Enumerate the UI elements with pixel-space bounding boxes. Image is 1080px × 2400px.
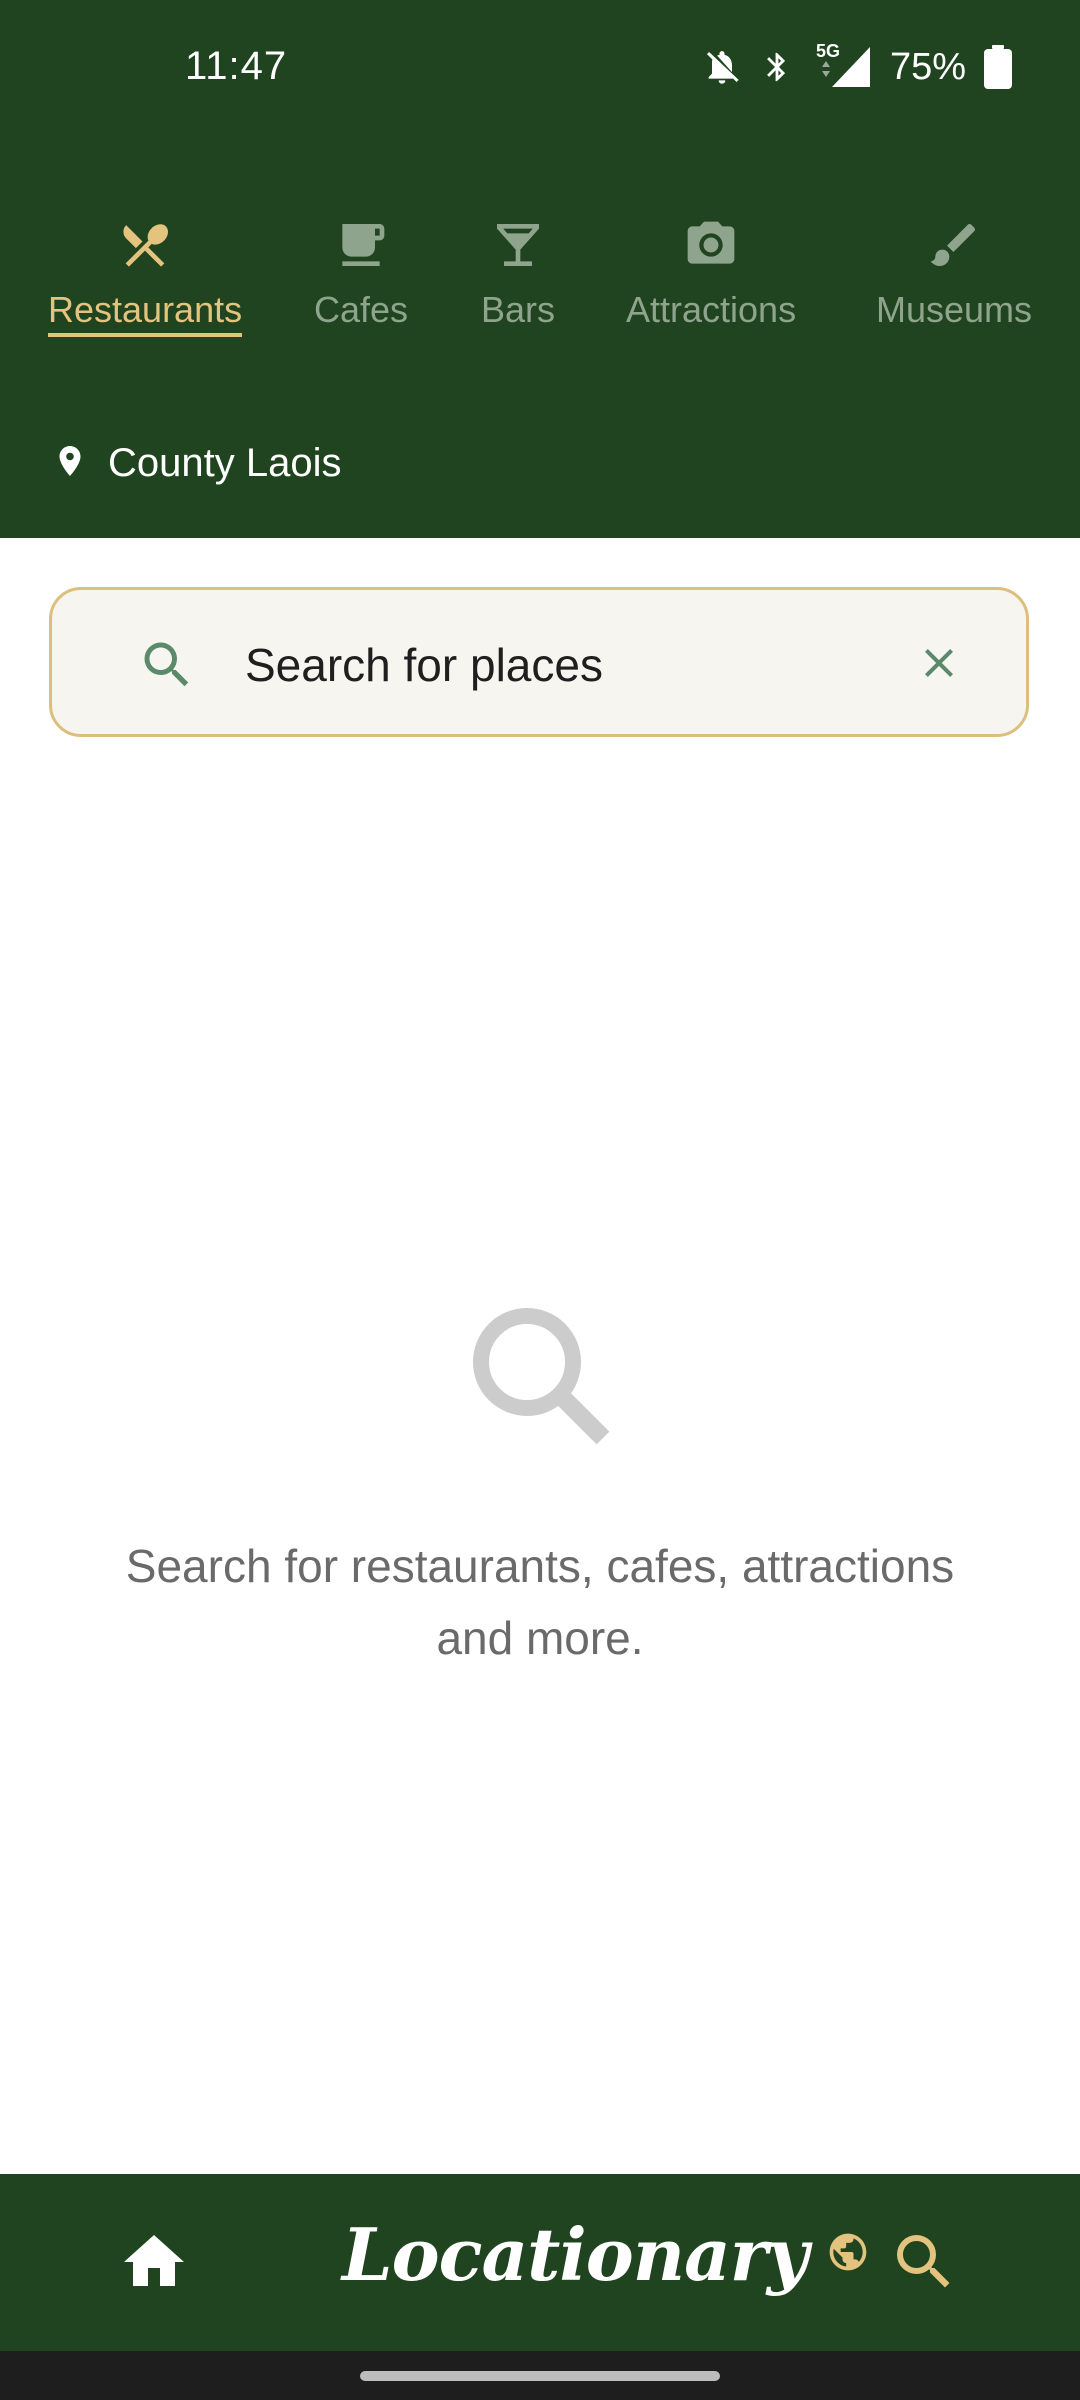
status-icons: 5G 75% (702, 41, 1012, 92)
tab-bars-label: Bars (481, 289, 556, 330)
search-icon (137, 635, 197, 695)
gesture-handle[interactable] (360, 2371, 720, 2381)
search-bar (49, 587, 1029, 737)
empty-search-icon (465, 1300, 615, 1450)
brand-name: Locationary (342, 2212, 809, 2297)
tab-museums-label: Museums (876, 289, 1033, 330)
tab-restaurants-label: Restaurants (48, 289, 243, 337)
battery-percent: 75% (889, 45, 966, 88)
paintbrush-icon (924, 215, 984, 275)
globe-icon (826, 2230, 870, 2279)
battery-icon (984, 45, 1012, 89)
search-input[interactable] (245, 630, 885, 700)
brand-logo: Locationary (342, 2212, 870, 2297)
location-label: County Laois (108, 440, 342, 485)
cocktail-glass-icon (488, 215, 548, 275)
search-nav-button[interactable] (888, 2226, 960, 2298)
tab-restaurants[interactable]: Restaurants (48, 215, 243, 337)
category-tabs: Restaurants Cafes Bars Attractions Museu… (0, 215, 1080, 345)
bell-off-icon (702, 47, 742, 87)
signal-icon: 5G (812, 41, 872, 89)
gesture-bar (0, 2351, 1080, 2400)
clear-search-button[interactable] (904, 630, 974, 700)
tab-attractions-label: Attractions (626, 289, 797, 330)
close-icon (915, 639, 963, 692)
location-selector[interactable]: County Laois (52, 435, 341, 491)
search-icon (888, 2235, 960, 2302)
location-pin-icon (52, 439, 88, 488)
bluetooth-icon (760, 47, 794, 87)
tab-cafes-label: Cafes (314, 289, 409, 330)
status-time: 11:47 (185, 44, 288, 88)
fork-knife-icon (115, 215, 175, 275)
status-bar: 11:47 5G 75% (0, 0, 1080, 140)
coffee-cup-icon (331, 215, 391, 275)
tab-museums[interactable]: Museums (876, 215, 1032, 331)
camera-icon (681, 215, 741, 275)
tab-bars[interactable]: Bars (481, 215, 555, 331)
home-button[interactable] (118, 2226, 190, 2298)
header: 11:47 5G 75% Restaurants Cafes Bars Attr… (0, 0, 1080, 538)
tab-cafes[interactable]: Cafes (314, 215, 408, 331)
empty-state: Search for restaurants, cafes, attractio… (0, 1300, 1080, 1674)
tab-attractions[interactable]: Attractions (626, 215, 796, 331)
app-root: 11:47 5G 75% Restaurants Cafes Bars Attr… (0, 0, 1080, 2400)
empty-state-message: Search for restaurants, cafes, attractio… (125, 1540, 955, 1664)
bottom-nav: Locationary (0, 2174, 1080, 2351)
home-icon (118, 2235, 190, 2302)
